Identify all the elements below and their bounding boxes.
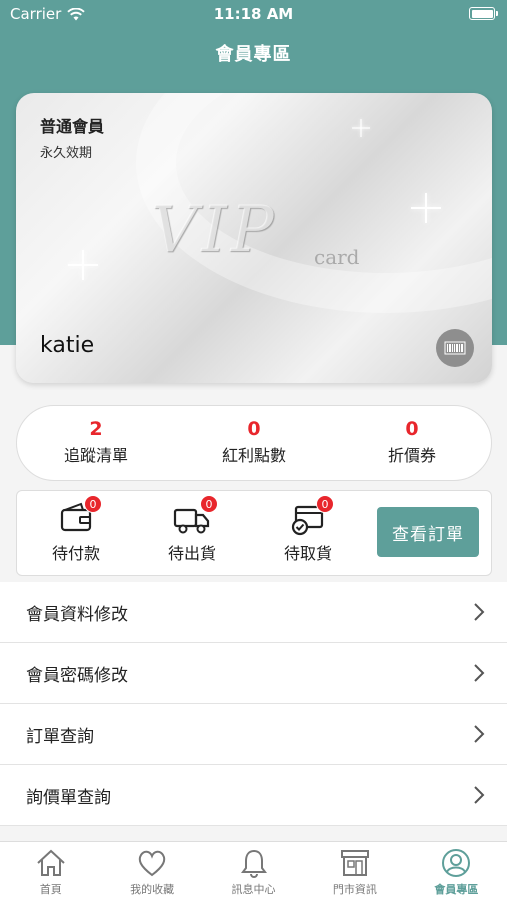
chevron-right-icon xyxy=(474,603,485,621)
member-username: katie xyxy=(40,333,95,358)
stat-value: 2 xyxy=(89,418,103,440)
bell-icon xyxy=(240,849,267,878)
member-stats: 2 追蹤清單 0 紅利點數 0 折價券 xyxy=(16,405,492,481)
tab-label: 門市資訊 xyxy=(332,883,377,896)
order-count-badge: 0 xyxy=(316,495,334,513)
status-time: 11:18 AM xyxy=(213,5,294,23)
store-icon xyxy=(340,850,369,876)
battery-icon xyxy=(469,7,498,20)
member-validity: 永久效期 xyxy=(40,146,93,161)
barcode-icon xyxy=(444,341,466,355)
stat-label: 追蹤清單 xyxy=(63,446,128,465)
stat-label: 折價券 xyxy=(387,446,436,465)
order-label: 待付款 xyxy=(51,544,100,563)
tab-home[interactable]: 首頁 xyxy=(0,842,101,900)
chevron-right-icon xyxy=(474,664,485,682)
sparkle-icon xyxy=(411,193,441,223)
home-icon xyxy=(37,849,65,876)
menu-item-label: 詢價單查詢 xyxy=(26,787,111,808)
order-count-badge: 0 xyxy=(84,495,102,513)
menu-item-label: 會員資料修改 xyxy=(26,604,128,625)
tab-messages[interactable]: 訊息中心 xyxy=(203,842,304,900)
package-check-icon: 0 xyxy=(288,495,334,537)
stat-label: 紅利點數 xyxy=(221,446,286,465)
wallet-icon: 0 xyxy=(56,495,102,537)
menu-item-label: 訂單查詢 xyxy=(26,726,94,747)
order-label: 待出貨 xyxy=(167,544,216,563)
barcode-button[interactable] xyxy=(436,329,474,367)
vip-logo-sub: card xyxy=(314,245,360,269)
sparkle-icon xyxy=(352,119,370,137)
tab-label: 首頁 xyxy=(39,883,62,896)
stat-coupons[interactable]: 0 折價券 xyxy=(333,406,491,480)
chevron-right-icon xyxy=(474,786,485,804)
member-level: 普通會員 xyxy=(40,117,105,136)
tab-member-area[interactable]: 會員專區 xyxy=(406,842,507,900)
view-orders-button[interactable]: 查看訂單 xyxy=(377,507,479,557)
tab-label: 我的收藏 xyxy=(130,883,175,896)
order-pending-payment[interactable]: 0 待付款 xyxy=(31,495,121,564)
menu-item-label: 會員密碼修改 xyxy=(26,665,128,686)
tab-label: 會員專區 xyxy=(434,883,479,896)
order-count-badge: 0 xyxy=(200,495,218,513)
truck-icon: 0 xyxy=(172,495,218,537)
stat-bonus-points[interactable]: 0 紅利點數 xyxy=(175,406,333,480)
stat-value: 0 xyxy=(247,418,261,440)
sparkle-icon xyxy=(68,250,98,280)
tab-favorites[interactable]: 我的收藏 xyxy=(101,842,202,900)
member-menu: 會員資料修改 會員密碼修改 訂單查詢 詢價單查詢 xyxy=(0,582,507,826)
menu-item-edit-profile[interactable]: 會員資料修改 xyxy=(0,582,507,643)
menu-item-change-password[interactable]: 會員密碼修改 xyxy=(0,643,507,704)
stat-tracking-list[interactable]: 2 追蹤清單 xyxy=(17,406,175,480)
chevron-right-icon xyxy=(474,725,485,743)
bottom-tab-bar: 首頁 我的收藏 訊息中心 門市資訊 會員專區 xyxy=(0,841,507,900)
member-card: 普通會員 永久效期 VIP card katie xyxy=(16,93,492,383)
heart-icon xyxy=(138,850,166,877)
user-circle-icon xyxy=(442,849,471,877)
status-bar: Carrier 11:18 AM xyxy=(0,0,507,28)
order-status-panel: 0 待付款 0 待出貨 0 待取貨 查看訂單 xyxy=(16,490,492,576)
order-label: 待取貨 xyxy=(283,544,332,563)
vip-logo: VIP xyxy=(151,193,278,267)
tab-store-info[interactable]: 門市資訊 xyxy=(304,842,405,900)
tab-label: 訊息中心 xyxy=(231,883,276,896)
order-pending-shipment[interactable]: 0 待出貨 xyxy=(147,495,237,564)
page-title: 會員專區 xyxy=(215,44,292,65)
menu-item-quote-query[interactable]: 詢價單查詢 xyxy=(0,765,507,826)
order-pending-pickup[interactable]: 0 待取貨 xyxy=(263,495,353,564)
menu-item-order-query[interactable]: 訂單查詢 xyxy=(0,704,507,765)
stat-value: 0 xyxy=(405,418,419,440)
